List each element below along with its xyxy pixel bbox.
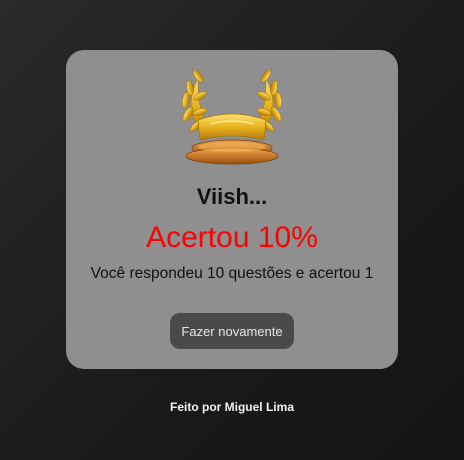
retry-button[interactable]: Fazer novamente — [170, 313, 294, 349]
result-subtitle: Viish... — [196, 184, 268, 209]
footer-credit: Feito por Miguel Lima — [169, 400, 294, 414]
result-detail: Você respondeu 10 questões e acertou 1 — [90, 265, 374, 282]
laurel-crown-icon — [181, 69, 283, 165]
score-percentage: Acertou 10% — [146, 221, 318, 254]
result-card: Viish... Acertou 10% Você respondeu 10 q… — [66, 50, 398, 369]
